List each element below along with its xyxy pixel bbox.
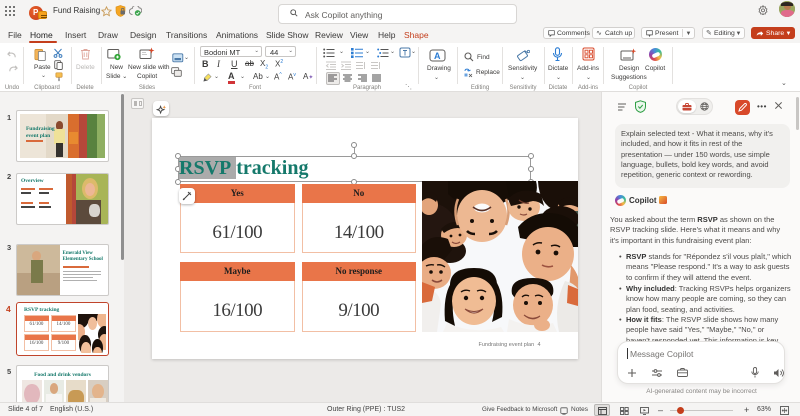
svg-text:A: A [434,51,441,61]
